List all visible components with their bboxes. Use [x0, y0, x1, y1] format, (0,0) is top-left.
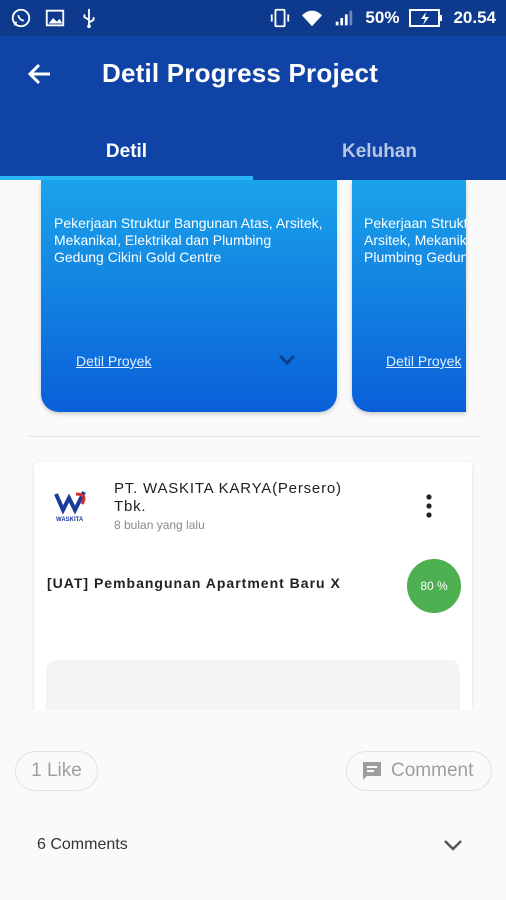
tab-bar: Detil Keluhan [0, 124, 506, 180]
arrow-left-icon[interactable] [24, 58, 56, 90]
comment-button[interactable]: Comment [346, 751, 492, 791]
image-icon [45, 9, 65, 27]
tab-keluhan[interactable]: Keluhan [253, 124, 506, 180]
wifi-icon [302, 10, 323, 27]
page-title: Detil Progress Project [102, 58, 379, 88]
whatsapp-icon [11, 8, 31, 28]
like-button[interactable]: 1 Like [15, 751, 98, 791]
detil-proyek-link[interactable]: Detil Proyek [386, 353, 461, 369]
action-sheet: 1 Like Comment 6 Comments [0, 710, 506, 900]
project-card[interactable]: Pekerjaan StrukturArsitek, MekanikalPlum… [352, 180, 466, 412]
svg-text:WASKITA: WASKITA [56, 517, 84, 523]
project-card[interactable]: Pekerjaan Struktur Bangunan Atas, Arsite… [41, 180, 337, 412]
progress-badge: 80 % [407, 559, 461, 613]
content-scroll[interactable]: Pekerjaan Struktur Bangunan Atas, Arsite… [0, 180, 506, 710]
divider [28, 436, 480, 437]
signal-icon [336, 10, 353, 26]
project-description: Pekerjaan StrukturArsitek, MekanikalPlum… [364, 215, 466, 265]
more-vert-icon[interactable] [420, 492, 438, 520]
battery-charging-icon [409, 9, 443, 27]
usb-icon [83, 8, 95, 29]
chevron-down-icon[interactable] [277, 352, 297, 368]
project-description: Pekerjaan Struktur Bangunan Atas, Arsite… [54, 215, 323, 265]
detil-proyek-link[interactable]: Detil Proyek [76, 353, 151, 369]
comment-label: Comment [391, 760, 474, 781]
comments-count[interactable]: 6 Comments [37, 836, 128, 854]
chevron-down-icon[interactable] [443, 838, 463, 852]
battery-percent: 50% [365, 8, 400, 27]
project-name: [UAT] Pembangunan Apartment Baru X [47, 575, 341, 591]
clock: 20.54 [453, 8, 496, 27]
company-name: PT. WASKITA KARYA(Persero) Tbk. [114, 480, 342, 515]
post-time: 8 bulan yang lalu [114, 518, 205, 532]
image-placeholder [46, 660, 460, 710]
app-bar: Detil Progress Project Detil Keluhan [0, 36, 506, 180]
post-card: WASKITA PT. WASKITA KARYA(Persero) Tbk. … [34, 462, 472, 710]
tab-detil[interactable]: Detil [0, 124, 253, 180]
vibrate-icon [271, 8, 290, 28]
status-bar: 50% 20.54 [0, 0, 506, 36]
comment-icon [363, 762, 381, 780]
waskita-logo: WASKITA [54, 491, 86, 523]
